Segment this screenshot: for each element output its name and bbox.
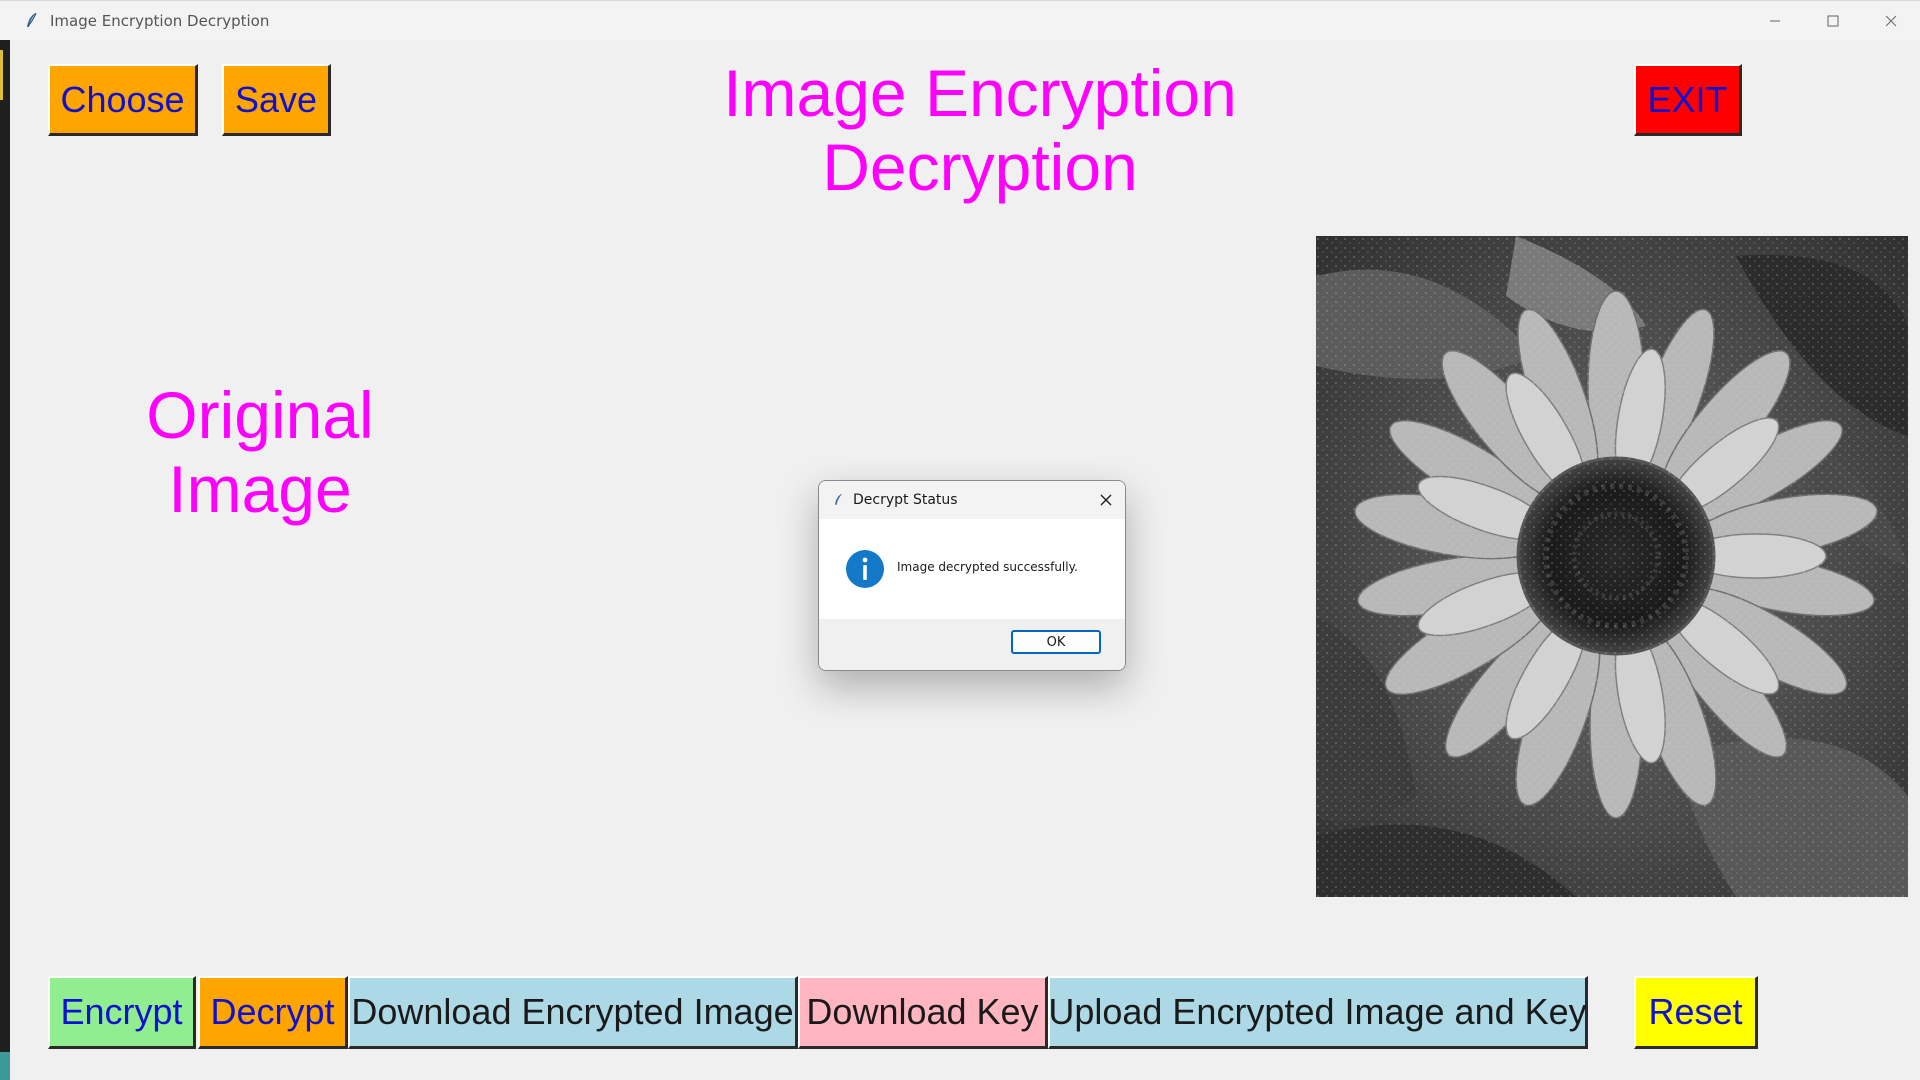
minimize-button[interactable] (1746, 1, 1804, 41)
decrypt-status-dialog: Decrypt Status Image decrypted successfu… (818, 480, 1126, 671)
feather-icon (835, 493, 843, 505)
dialog-body: Image decrypted successfully. (819, 519, 1125, 619)
feather-icon (27, 12, 37, 27)
ok-button[interactable]: OK (1011, 630, 1101, 654)
close-icon (1885, 15, 1897, 27)
dialog-titlebar: Decrypt Status (819, 481, 1125, 519)
original-image-label: Original Image (110, 378, 410, 526)
save-button[interactable]: Save (222, 64, 331, 136)
maximize-button[interactable] (1804, 1, 1862, 41)
encrypt-button[interactable]: Encrypt (48, 976, 196, 1049)
processed-image (1316, 236, 1908, 897)
dialog-message: Image decrypted successfully. (897, 560, 1078, 574)
close-button[interactable] (1862, 1, 1920, 41)
reset-button[interactable]: Reset (1634, 976, 1758, 1049)
window-controls (1746, 1, 1920, 41)
choose-button[interactable]: Choose (48, 64, 198, 136)
window-titlebar: Image Encryption Decryption (0, 0, 1920, 41)
download-key-button[interactable]: Download Key (798, 976, 1048, 1049)
decrypt-button[interactable]: Decrypt (198, 976, 348, 1049)
desktop-edge (0, 40, 10, 1080)
info-icon (846, 550, 884, 588)
close-icon (1100, 494, 1112, 506)
app-heading: Image Encryption Decryption (700, 56, 1260, 204)
dialog-footer: OK (819, 619, 1125, 670)
app-heading-line1: Image Encryption (723, 56, 1237, 130)
minimize-icon (1770, 20, 1780, 22)
window-title: Image Encryption Decryption (50, 12, 270, 30)
original-image-label-line2: Image (168, 452, 352, 526)
maximize-icon (1827, 15, 1839, 27)
download-encrypted-image-button[interactable]: Download Encrypted Image (348, 976, 798, 1049)
dialog-close-button[interactable] (1095, 489, 1117, 511)
dialog-title: Decrypt Status (853, 492, 958, 508)
app-heading-line2: Decryption (822, 130, 1138, 204)
upload-encrypted-image-and-key-button[interactable]: Upload Encrypted Image and Key (1048, 976, 1588, 1049)
sunflower-image (1316, 236, 1908, 897)
desktop-edge-accent-bottom (0, 1052, 10, 1080)
exit-button[interactable]: EXIT (1634, 64, 1742, 136)
original-image-label-line1: Original (146, 378, 374, 452)
desktop-edge-accent (0, 50, 3, 100)
